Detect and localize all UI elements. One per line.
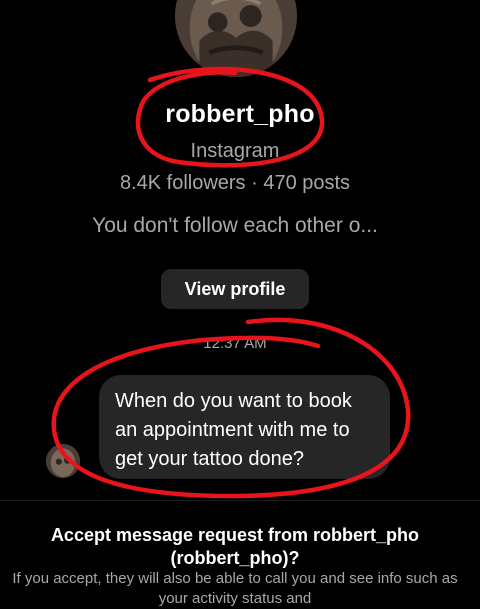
profile-stats: 8.4K followers · 470 posts — [119, 172, 351, 194]
message-request-body: If you accept, they will also be able to… — [12, 570, 458, 607]
sender-avatar[interactable] — [46, 444, 80, 478]
incoming-message-bubble[interactable]: When do you want to book an appointment … — [99, 375, 390, 479]
view-profile-button[interactable]: View profile — [161, 269, 309, 309]
follow-status-note: You don't follow each other o... — [92, 214, 378, 237]
profile-photo — [175, 0, 297, 77]
sender-photo — [46, 444, 80, 478]
dm-thread-screen: robbert_pho Instagram 8.4K followers · 4… — [0, 0, 480, 607]
divider — [0, 500, 480, 501]
profile-avatar[interactable] — [175, 0, 297, 77]
message-timestamp: 12:37 AM — [203, 335, 267, 352]
message-request-title: Accept message request from robbert_pho … — [50, 525, 420, 568]
profile-platform: Instagram — [190, 140, 280, 162]
profile-username: robbert_pho — [165, 100, 315, 128]
